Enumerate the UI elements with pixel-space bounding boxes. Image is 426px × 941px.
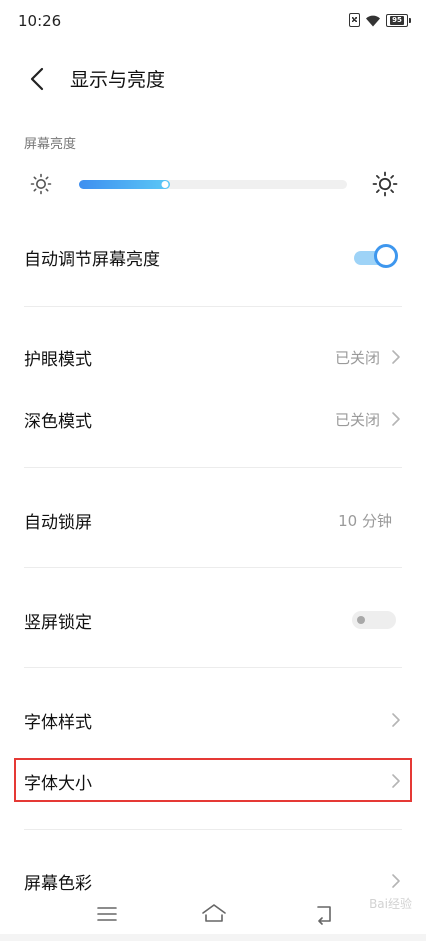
toggle-knob bbox=[374, 244, 398, 268]
portrait-lock-toggle[interactable] bbox=[352, 611, 396, 629]
brightness-slider-thumb[interactable] bbox=[161, 181, 169, 188]
battery-level: 95 bbox=[390, 15, 404, 25]
portrait-lock-row[interactable]: 竖屏锁定 bbox=[0, 596, 426, 642]
bottom-edge bbox=[0, 934, 426, 941]
back-icon[interactable] bbox=[312, 903, 336, 925]
auto-lock-label: 自动锁屏 bbox=[24, 513, 92, 533]
divider bbox=[24, 829, 402, 830]
eye-care-row[interactable]: 护眼模式 已关闭 bbox=[0, 333, 426, 379]
dark-mode-value: 已关闭 bbox=[334, 411, 380, 429]
brightness-slider-fill bbox=[79, 180, 170, 189]
status-bar: 10:26 95 bbox=[0, 0, 426, 44]
auto-brightness-row[interactable]: 自动调节屏幕亮度 bbox=[0, 233, 426, 279]
dark-mode-label: 深色模式 bbox=[24, 412, 92, 432]
auto-brightness-toggle[interactable] bbox=[352, 243, 398, 271]
sim-card-icon bbox=[349, 13, 360, 27]
eye-care-value: 已关闭 bbox=[334, 349, 380, 367]
watermark: Bai经验 bbox=[369, 897, 412, 911]
header: 显示与亮度 bbox=[0, 50, 426, 106]
status-icons: 95 bbox=[349, 13, 411, 27]
battery-icon: 95 bbox=[386, 13, 411, 27]
dark-mode-row[interactable]: 深色模式 已关闭 bbox=[0, 395, 426, 441]
chevron-right-icon bbox=[392, 412, 400, 426]
brightness-slider[interactable] bbox=[79, 180, 347, 189]
highlight-box bbox=[14, 758, 412, 802]
chevron-right-icon bbox=[392, 350, 400, 364]
divider bbox=[24, 306, 402, 307]
divider bbox=[24, 667, 402, 668]
home-icon[interactable] bbox=[200, 902, 228, 924]
font-style-label: 字体样式 bbox=[24, 713, 92, 733]
auto-brightness-label: 自动调节屏幕亮度 bbox=[24, 250, 160, 270]
portrait-lock-label: 竖屏锁定 bbox=[24, 613, 92, 633]
chevron-right-icon bbox=[392, 713, 400, 727]
screen-color-label: 屏幕色彩 bbox=[24, 874, 92, 894]
brightness-section-label: 屏幕亮度 bbox=[24, 137, 77, 152]
font-style-row[interactable]: 字体样式 bbox=[0, 696, 426, 742]
divider bbox=[24, 567, 402, 568]
sun-small-icon bbox=[30, 173, 52, 195]
sun-large-icon bbox=[372, 171, 398, 197]
status-time: 10:26 bbox=[18, 12, 62, 30]
menu-icon[interactable] bbox=[96, 905, 118, 923]
chevron-right-icon bbox=[392, 874, 400, 888]
chevron-left-icon[interactable] bbox=[22, 64, 52, 94]
eye-care-label: 护眼模式 bbox=[24, 350, 92, 370]
divider bbox=[24, 467, 402, 468]
page-title: 显示与亮度 bbox=[70, 69, 166, 91]
auto-lock-row[interactable]: 自动锁屏 10 分钟 bbox=[0, 496, 426, 542]
wifi-icon bbox=[366, 15, 380, 26]
toggle-knob bbox=[357, 616, 365, 624]
brightness-slider-row bbox=[0, 168, 426, 204]
auto-lock-value: 10 分钟 bbox=[338, 512, 392, 530]
